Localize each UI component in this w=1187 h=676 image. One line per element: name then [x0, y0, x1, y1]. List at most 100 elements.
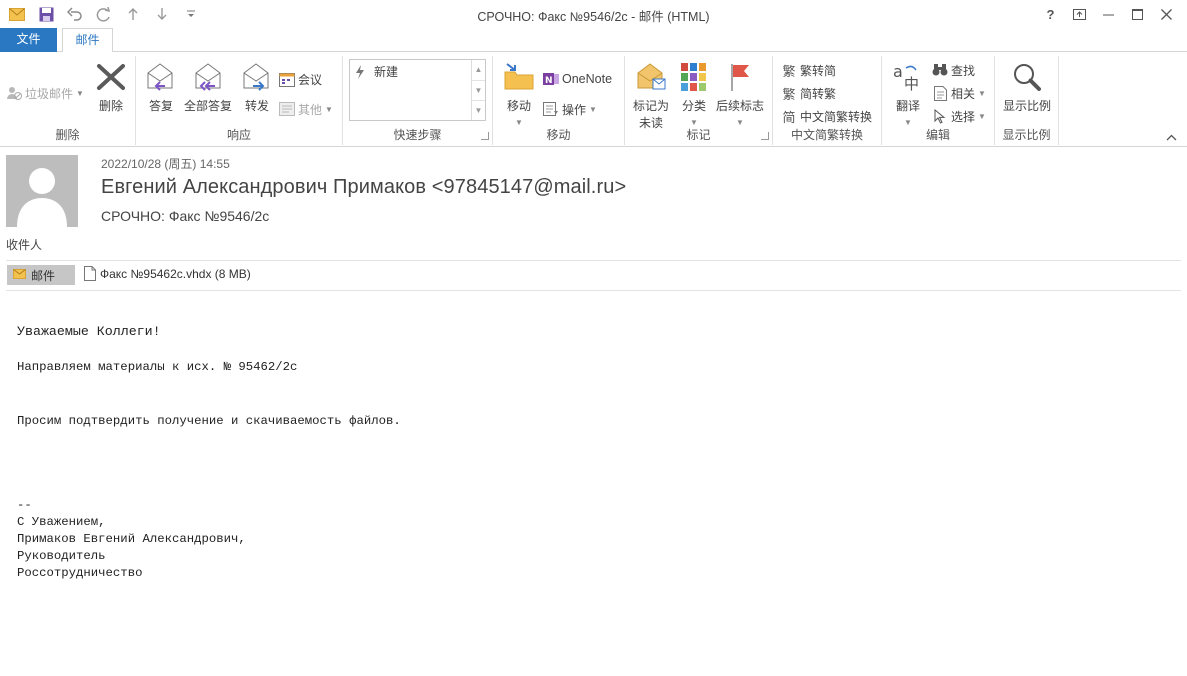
find-label: 查找: [951, 63, 976, 78]
more-respond-icon: [279, 101, 295, 117]
svg-text:中: 中: [904, 75, 919, 92]
related-doc-icon: [932, 85, 948, 101]
zoom-group: 显示比例 显示比例: [995, 56, 1059, 145]
quick-steps-scrollbar[interactable]: ▲ ▼ ▼: [471, 60, 485, 120]
body-line: --: [17, 498, 32, 512]
categorize-label: 分类: [681, 99, 706, 113]
title-bar: СРОЧНО: Факс №9546/2с - 邮件 (HTML) ?: [0, 0, 1187, 28]
body-line: Примаков Евгений Александрович,: [17, 532, 246, 546]
body-line: Направляем материалы к исх. № 95462/2с: [17, 360, 298, 374]
delete-button[interactable]: 删除: [90, 60, 132, 114]
scroll-down-icon[interactable]: ▼: [472, 80, 485, 100]
find-button[interactable]: 查找: [932, 60, 975, 80]
respond-group-label: 响应: [226, 128, 251, 142]
body-line: С Уважением,: [17, 515, 106, 529]
more-respond-button[interactable]: 其他 ▼: [279, 99, 333, 119]
reply-all-button[interactable]: 全部答复: [182, 60, 234, 114]
chinese-convert-button[interactable]: 简 中文简繁转换: [781, 106, 872, 126]
reply-all-label: 全部答复: [183, 99, 232, 113]
chevron-down-icon: ▼: [589, 104, 597, 114]
tags-group-label: 标记: [686, 128, 711, 142]
scroll-up-icon[interactable]: ▲: [472, 60, 485, 80]
divider: [6, 260, 1181, 261]
zoom-group-label: 显示比例: [1002, 128, 1051, 142]
junk-icon: [6, 85, 22, 101]
to-traditional-button[interactable]: 繁 简转繁: [781, 83, 836, 103]
onenote-button[interactable]: N OneNote: [543, 69, 612, 89]
select-button[interactable]: 选择 ▼: [932, 106, 986, 126]
chinese-conversion-group-label: 中文简繁转换: [790, 128, 863, 142]
dialog-launcher-icon[interactable]: [761, 132, 769, 140]
chevron-down-icon: ▼: [325, 104, 333, 114]
ribbon-display-options-button[interactable]: [1065, 2, 1094, 26]
convert-char-icon: 简: [782, 109, 796, 125]
dialog-launcher-icon[interactable]: [481, 132, 489, 140]
close-button[interactable]: [1152, 2, 1181, 26]
svg-text:N: N: [545, 76, 553, 86]
chinese-convert-label: 中文简繁转换: [800, 109, 873, 124]
binoculars-icon: [932, 62, 948, 78]
chevron-down-icon: ▼: [978, 88, 986, 98]
message-body-button[interactable]: 邮件: [7, 265, 75, 285]
forward-button[interactable]: 转发: [238, 60, 276, 114]
ribbon: 垃圾邮件 ▼ 删除 删除 答复 全部答复 转发 会议 其他 ▼ 响应 新建 ▲ …: [0, 52, 1187, 147]
meeting-label: 会议: [298, 72, 323, 87]
delete-group: 垃圾邮件 ▼ 删除 删除: [0, 56, 136, 145]
translate-button[interactable]: a中 翻译 ▼: [888, 60, 928, 128]
chinese-conversion-group: 繁 繁转简 繁 简转繁 简 中文简繁转换 中文简繁转换: [773, 56, 882, 145]
minimize-button[interactable]: [1094, 2, 1123, 26]
quick-step-new-label: 新建: [374, 65, 399, 79]
traditional-char-icon: 繁: [782, 86, 796, 102]
flag-icon: [723, 60, 757, 94]
meeting-button[interactable]: 会议: [279, 69, 322, 89]
attachment-file[interactable]: Факс №95462с.vhdx (8 MB): [84, 266, 251, 281]
to-simplified-label: 繁转简: [800, 63, 837, 78]
tab-file[interactable]: 文件: [0, 28, 57, 52]
mark-unread-button[interactable]: 标记为 未读: [631, 60, 671, 131]
svg-text:a: a: [893, 62, 903, 81]
translate-label: 翻译: [895, 99, 920, 113]
recipients-label: 收件人: [6, 238, 43, 252]
move-button[interactable]: 移动 ▼: [501, 60, 537, 128]
reply-button[interactable]: 答复: [142, 60, 180, 114]
follow-up-label: 后续标志: [715, 99, 764, 113]
tab-mail[interactable]: 邮件: [62, 28, 113, 53]
divider: [6, 290, 1181, 291]
expand-gallery-icon[interactable]: ▼: [472, 100, 485, 120]
junk-button[interactable]: 垃圾邮件 ▼: [6, 83, 84, 103]
reply-all-icon: [191, 60, 225, 94]
chevron-down-icon: ▼: [76, 88, 84, 98]
meeting-icon: [279, 71, 295, 87]
tags-group: 标记为 未读 分类 ▼ 后续标志 ▼ 标记: [625, 56, 773, 145]
actions-icon: [543, 101, 559, 117]
ribbon-tabs: 文件 邮件: [0, 28, 1187, 53]
envelope-icon: [13, 268, 26, 282]
body-line: Просим подтвердить получение и скачиваем…: [17, 414, 401, 428]
translate-icon: a中: [891, 60, 925, 94]
quick-step-new[interactable]: 新建: [354, 63, 398, 80]
attachment-name: Факс №95462с.vhdx (8 MB): [100, 266, 251, 281]
collapse-ribbon-icon[interactable]: [1166, 130, 1177, 144]
body-line: Россотрудничество: [17, 566, 143, 580]
forward-label: 转发: [244, 99, 269, 113]
follow-up-button[interactable]: 后续标志 ▼: [713, 60, 767, 128]
editing-group: a中 翻译 ▼ 查找 相关 ▼ 选择 ▼ 编辑: [882, 56, 995, 145]
cursor-arrow-icon: [932, 108, 948, 124]
related-button[interactable]: 相关 ▼: [932, 83, 986, 103]
sender[interactable]: Евгений Александрович Примаков <97845147…: [101, 176, 626, 199]
zoom-button[interactable]: 显示比例: [999, 60, 1055, 114]
junk-label: 垃圾邮件: [25, 86, 74, 101]
maximize-button[interactable]: [1123, 2, 1152, 26]
chevron-down-icon: ▼: [978, 111, 986, 121]
related-label: 相关: [951, 86, 976, 101]
categorize-button[interactable]: 分类 ▼: [677, 60, 711, 128]
actions-button[interactable]: 操作 ▼: [543, 99, 597, 119]
forward-icon: [240, 60, 274, 94]
reply-icon: [144, 60, 178, 94]
window-title: СРОЧНО: Факс №9546/2с - 邮件 (HTML): [477, 10, 710, 24]
quick-steps-group-label: 快速步骤: [393, 128, 442, 142]
quick-steps-group: 新建 ▲ ▼ ▼ 快速步骤: [343, 56, 493, 145]
to-simplified-button[interactable]: 繁 繁转简: [781, 60, 836, 80]
help-button[interactable]: ?: [1036, 2, 1065, 26]
to-traditional-label: 简转繁: [800, 86, 837, 101]
